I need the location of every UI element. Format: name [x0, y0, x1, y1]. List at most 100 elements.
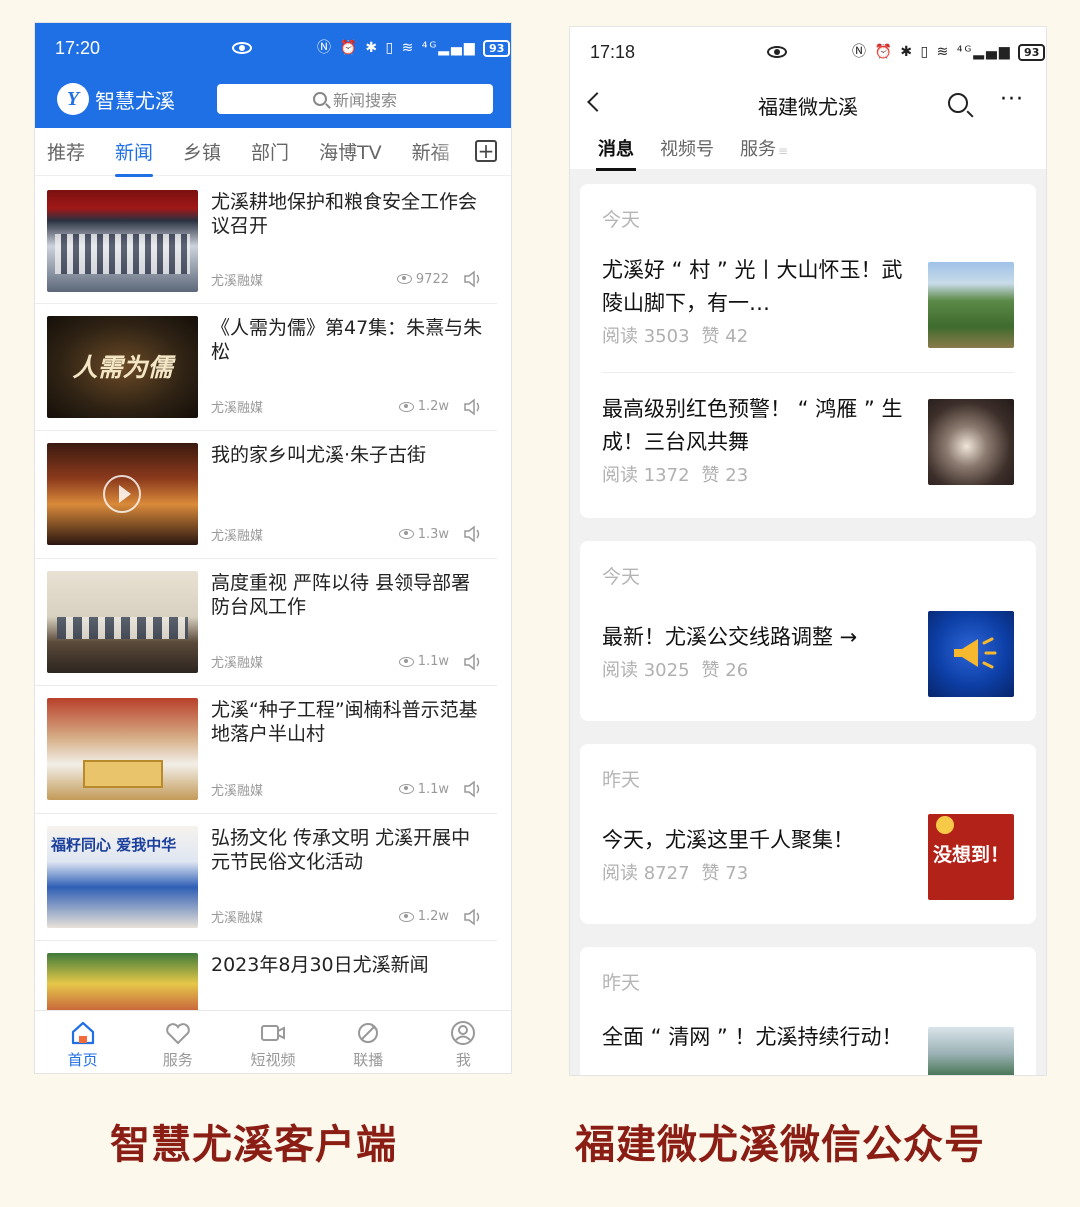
- article-thumbnail: [928, 1027, 1014, 1075]
- message-card: 今天 尤溪好 “ 村 ” 光丨大山怀玉！武陵山脚下，有一… 阅读 3503 赞 4…: [580, 184, 1036, 518]
- nav-me[interactable]: 我: [416, 1011, 511, 1073]
- app-logo: Y 智慧尤溪: [57, 83, 175, 115]
- battery-icon: 93: [1018, 43, 1046, 61]
- view-count: 9722: [396, 272, 449, 287]
- article-item[interactable]: 最高级别红色预警！ “ 鸿雁 ” 生成！三台风共舞 阅读 1372 赞 23: [602, 372, 1014, 487]
- video-camera-icon: [261, 1025, 285, 1041]
- logo-icon: Y: [57, 83, 89, 115]
- nav-broadcast[interactable]: 联播: [321, 1011, 416, 1073]
- article-item[interactable]: 最新！尤溪公交线路调整 → 阅读 3025 赞 26: [602, 611, 1014, 697]
- caption-left: 智慧尤溪客户端: [110, 1122, 397, 1168]
- view-count: 1.2w: [398, 909, 449, 924]
- news-thumbnail: [47, 698, 198, 800]
- view-count: 1.2w: [398, 399, 449, 414]
- news-item[interactable]: 尤溪“种子工程”闽楠科普示范基地落户半山村 尤溪融媒 1.1w: [35, 686, 497, 814]
- search-input[interactable]: 新闻搜索: [217, 84, 493, 114]
- news-item[interactable]: 我的家乡叫尤溪·朱子古街 尤溪融媒 1.3w: [35, 431, 497, 559]
- speaker-icon[interactable]: [463, 525, 483, 543]
- news-thumbnail: 人需为儒: [47, 315, 198, 418]
- tab-departments[interactable]: 部门: [251, 138, 289, 165]
- article-title: 最新！尤溪公交线路调整 →: [602, 625, 858, 649]
- more-icon[interactable]: ···: [1000, 89, 1024, 111]
- news-item[interactable]: 福籽同心 爱我中华 弘扬文化 传承文明 尤溪开展中元节民俗文化活动 尤溪融媒 1…: [35, 814, 497, 941]
- view-count: 1.3w: [398, 527, 449, 542]
- nav-services[interactable]: 服务: [130, 1011, 225, 1073]
- search-icon: [312, 92, 327, 106]
- card-date: 今天: [602, 209, 641, 231]
- news-title: 尤溪“种子工程”闽楠科普示范基地落户半山村: [211, 699, 478, 745]
- news-source: 尤溪融媒: [211, 783, 264, 799]
- news-title: 尤溪耕地保护和粮食安全工作会议召开: [211, 191, 478, 237]
- article-title: 今天，尤溪这里千人聚集！: [602, 828, 854, 852]
- emoji-icon: [936, 816, 954, 834]
- satellite-icon: [358, 1023, 379, 1043]
- news-thumbnail: [47, 443, 198, 545]
- article-stats: 阅读 1372 赞 23: [602, 465, 749, 486]
- news-title: 《人需为儒》第47集：朱熹与朱松: [211, 316, 483, 363]
- menu-icon: ≡: [778, 144, 789, 158]
- tab-recommend[interactable]: 推荐: [47, 138, 85, 165]
- nav-home[interactable]: 首页: [35, 1011, 130, 1073]
- view-count: 1.1w: [398, 782, 449, 797]
- eye-icon: [396, 274, 412, 284]
- tab-channels[interactable]: 视频号: [660, 135, 714, 161]
- eye-icon: [398, 529, 414, 539]
- speaker-icon[interactable]: [463, 270, 483, 288]
- news-item[interactable]: 高度重视 严阵以待 县领导部署防台风工作 尤溪融媒 1.1w: [35, 559, 497, 686]
- news-title: 高度重视 严阵以待 县领导部署防台风工作: [211, 571, 471, 618]
- tab-towns[interactable]: 乡镇: [183, 138, 221, 165]
- article-thumbnail: [928, 611, 1014, 697]
- nav-short-video[interactable]: 短视频: [225, 1011, 320, 1073]
- news-item[interactable]: 2023年8月30日尤溪新闻: [35, 941, 497, 1012]
- article-thumbnail: 没想到！: [928, 814, 1014, 900]
- news-source: 尤溪融媒: [211, 528, 264, 544]
- news-thumbnail: [47, 190, 198, 292]
- news-thumbnail: 福籽同心 爱我中华: [47, 825, 198, 928]
- news-source: 尤溪融媒: [211, 401, 264, 416]
- article-item[interactable]: 今天，尤溪这里千人聚集！ 阅读 8727 赞 73 没想到！: [602, 814, 1014, 900]
- tab-services[interactable]: 服务 ≡: [740, 135, 788, 161]
- card-date: 今天: [602, 566, 641, 588]
- search-icon[interactable]: [948, 93, 968, 113]
- add-channel-button[interactable]: +: [475, 140, 497, 162]
- tab-messages[interactable]: 消息: [596, 135, 636, 171]
- news-thumbnail: [47, 570, 198, 673]
- article-thumbnail: [928, 399, 1014, 485]
- card-date: 昨天: [602, 972, 641, 994]
- eye-icon: [398, 784, 414, 794]
- app-header: 17:20 Ⓝ ⏰ ✱ ▯ ≋ ⁴ᴳ▂▄▆ 93 Y 智慧尤溪 新闻搜索: [35, 23, 511, 128]
- thumbnail-banner-text: 福籽同心 爱我中华: [51, 835, 177, 854]
- speaker-icon[interactable]: [463, 652, 483, 671]
- speaker-icon[interactable]: [463, 907, 483, 926]
- article-item[interactable]: 尤溪好 “ 村 ” 光丨大山怀玉！武陵山脚下，有一… 阅读 3503 赞 42: [602, 254, 1014, 372]
- account-tabs: 消息 视频号 服务 ≡: [596, 135, 788, 171]
- message-card: 昨天 今天，尤溪这里千人聚集！ 阅读 8727 赞 73 没想到！: [580, 744, 1036, 924]
- article-title: 最高级别红色预警！ “ 鸿雁 ” 生成！三台风共舞: [602, 397, 903, 454]
- news-title: 我的家乡叫尤溪·朱子古街: [211, 444, 427, 466]
- message-card: 今天 最新！尤溪公交线路调整 → 阅读 3025 赞 26: [580, 541, 1036, 721]
- tab-news[interactable]: 新闻: [115, 138, 154, 177]
- search-placeholder: 新闻搜索: [332, 91, 397, 110]
- tab-haibo-tv[interactable]: 海博TV: [319, 138, 382, 165]
- status-icons: Ⓝ ⏰ ✱ ▯ ≋ ⁴ᴳ▂▄▆ 93: [317, 37, 511, 57]
- account-title: 福建微尤溪: [758, 95, 858, 119]
- news-source: 尤溪融媒: [211, 911, 264, 926]
- home-icon: [71, 1021, 94, 1045]
- status-bar: 17:18 Ⓝ ⏰ ✱ ▯ ≋ ⁴ᴳ▂▄▆ 93: [570, 27, 1046, 77]
- channel-tabs: 推荐 新闻 乡镇 部门 海博TV 新福 +: [35, 128, 511, 177]
- megaphone-icon: [954, 637, 997, 669]
- speaker-icon[interactable]: [463, 397, 483, 416]
- speaker-icon[interactable]: [463, 780, 483, 798]
- wechat-official-account-screen: 17:18 Ⓝ ⏰ ✱ ▯ ≋ ⁴ᴳ▂▄▆ 93 福建微尤溪 ··· 消息 视频…: [569, 26, 1047, 1076]
- eye-icon: [767, 46, 787, 58]
- article-item[interactable]: 全面 “ 清网 ” ！尤溪持续行动！: [602, 1017, 1014, 1075]
- zhihui-youxi-app-screen: 17:20 Ⓝ ⏰ ✱ ▯ ≋ ⁴ᴳ▂▄▆ 93 Y 智慧尤溪 新闻搜索 推荐 …: [34, 22, 512, 1074]
- account-header: 17:18 Ⓝ ⏰ ✱ ▯ ≋ ⁴ᴳ▂▄▆ 93 福建微尤溪 ··· 消息 视频…: [570, 27, 1046, 171]
- status-time: 17:20: [55, 38, 101, 58]
- news-source: 尤溪融媒: [211, 273, 264, 289]
- status-time: 17:18: [590, 42, 636, 62]
- eye-icon: [398, 656, 414, 667]
- news-item[interactable]: 尤溪耕地保护和粮食安全工作会议召开 尤溪融媒 9722: [35, 176, 497, 304]
- news-item[interactable]: 人需为儒 《人需为儒》第47集：朱熹与朱松 尤溪融媒 1.2w: [35, 304, 497, 431]
- article-stats: 阅读 3503 赞 42: [602, 326, 749, 347]
